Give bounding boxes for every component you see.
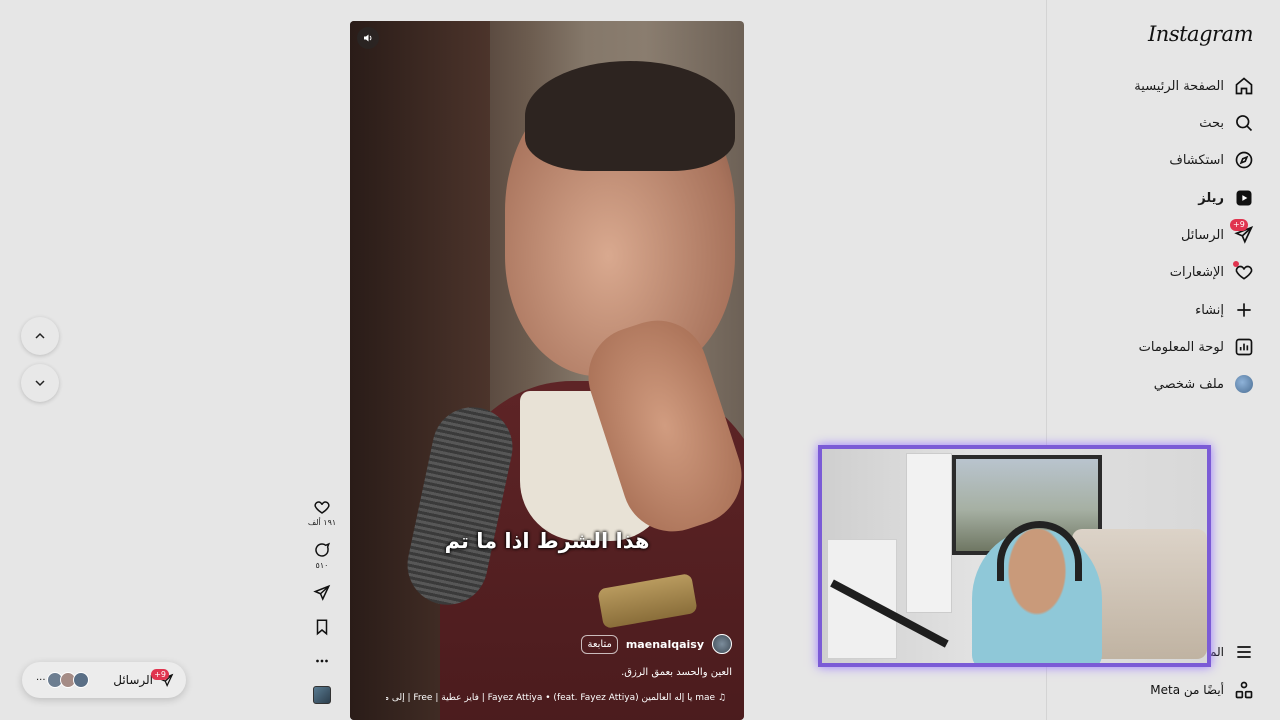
dashboard-icon bbox=[1234, 337, 1254, 357]
reel-music-info[interactable]: ♫ mae يا إله العالمين (feat. Fayez Attiy… bbox=[386, 693, 726, 703]
nav-profile-label: ملف شخصي bbox=[1153, 376, 1224, 392]
sound-toggle-button[interactable] bbox=[357, 27, 379, 49]
heart-icon bbox=[314, 501, 330, 514]
messages-pill-label: الرسائل bbox=[113, 673, 153, 687]
next-reel-button[interactable] bbox=[21, 364, 59, 402]
reel-caption[interactable]: العين والحسد بعمق الرزق. bbox=[621, 667, 732, 678]
previous-reel-button[interactable] bbox=[21, 317, 59, 355]
apps-icon bbox=[1234, 680, 1254, 700]
nav-messages[interactable]: الرسائل +9 bbox=[1054, 219, 1254, 249]
nav-create-label: إنشاء bbox=[1195, 302, 1224, 318]
comment-button[interactable]: ٥١٠ bbox=[313, 541, 331, 570]
plus-icon bbox=[1234, 300, 1254, 320]
save-button[interactable] bbox=[313, 618, 331, 636]
nav-home-label: الصفحة الرئيسية bbox=[1134, 78, 1224, 94]
nav-explore[interactable]: استكشاف bbox=[1054, 146, 1254, 174]
audio-thumbnail[interactable] bbox=[313, 686, 331, 704]
more-options-button[interactable] bbox=[313, 652, 331, 670]
reel-author: متابعة maenalqaisy bbox=[581, 634, 732, 654]
like-button[interactable]: ١٩١ ألف bbox=[308, 498, 336, 527]
comment-icon bbox=[315, 542, 331, 557]
like-count: ١٩١ ألف bbox=[307, 518, 337, 527]
nav-meta-label: أيضًا من Meta bbox=[1150, 683, 1224, 697]
messages-icon: +9 bbox=[1230, 219, 1254, 245]
menu-icon bbox=[1234, 642, 1254, 662]
author-avatar[interactable] bbox=[712, 634, 732, 654]
nav-profile[interactable]: ملف شخصي bbox=[1054, 370, 1254, 398]
nav-reels-label: ريلز bbox=[1198, 190, 1224, 206]
speaker-icon bbox=[364, 34, 372, 42]
nav-dashboard-label: لوحة المعلومات bbox=[1138, 339, 1224, 355]
reels-icon bbox=[1234, 188, 1254, 208]
follow-button[interactable]: متابعة bbox=[581, 634, 618, 654]
notification-dot bbox=[1233, 261, 1239, 267]
messages-pill[interactable]: ··· الرسائل +9 bbox=[22, 662, 186, 698]
instagram-logo[interactable]: Instagram bbox=[1148, 22, 1253, 46]
heart-icon bbox=[1233, 261, 1254, 282]
avatar bbox=[72, 672, 89, 688]
more-icon bbox=[316, 659, 328, 663]
nav-also-from-meta[interactable]: أيضًا من Meta bbox=[1150, 678, 1254, 702]
search-icon bbox=[1234, 113, 1254, 133]
nav-explore-label: استكشاف bbox=[1169, 152, 1224, 168]
chevron-up-icon bbox=[35, 332, 45, 339]
nav-home[interactable]: الصفحة الرئيسية bbox=[1054, 72, 1254, 100]
bookmark-icon bbox=[316, 619, 328, 636]
nav-reels[interactable]: ريلز bbox=[1054, 184, 1254, 212]
nav-search[interactable]: بحث bbox=[1054, 109, 1254, 137]
messages-badge: +9 bbox=[1230, 219, 1248, 231]
nav-notifications[interactable]: الإشعارات bbox=[1054, 258, 1254, 286]
webcam-overlay bbox=[818, 445, 1211, 667]
author-username[interactable]: maenalqaisy bbox=[626, 638, 704, 651]
video-subtitle: هذا الشرط اذا ما تم bbox=[444, 529, 650, 553]
nav-messages-label: الرسائل bbox=[1180, 227, 1224, 243]
reel-video[interactable]: هذا الشرط اذا ما تم متابعة maenalqaisy ا… bbox=[350, 21, 744, 720]
send-icon bbox=[313, 584, 331, 601]
chevron-down-icon bbox=[35, 380, 45, 387]
nav-notifications-label: الإشعارات bbox=[1169, 264, 1224, 280]
message-avatars: ··· bbox=[36, 672, 89, 688]
share-button[interactable] bbox=[313, 584, 331, 602]
nav-create[interactable]: إنشاء bbox=[1054, 296, 1254, 324]
nav-search-label: بحث bbox=[1199, 115, 1224, 131]
reel-actions: ١٩١ ألف ٥١٠ bbox=[306, 498, 338, 704]
nav-dashboard[interactable]: لوحة المعلومات bbox=[1054, 333, 1254, 361]
messages-pill-badge: +9 bbox=[151, 669, 169, 680]
more-dots: ··· bbox=[36, 674, 46, 686]
compass-icon bbox=[1234, 150, 1254, 170]
video-figure-hair bbox=[525, 61, 735, 171]
home-icon bbox=[1234, 76, 1254, 96]
comment-count: ٥١٠ bbox=[315, 561, 329, 570]
profile-avatar bbox=[1234, 374, 1254, 394]
cam-wardrobe bbox=[906, 453, 952, 613]
